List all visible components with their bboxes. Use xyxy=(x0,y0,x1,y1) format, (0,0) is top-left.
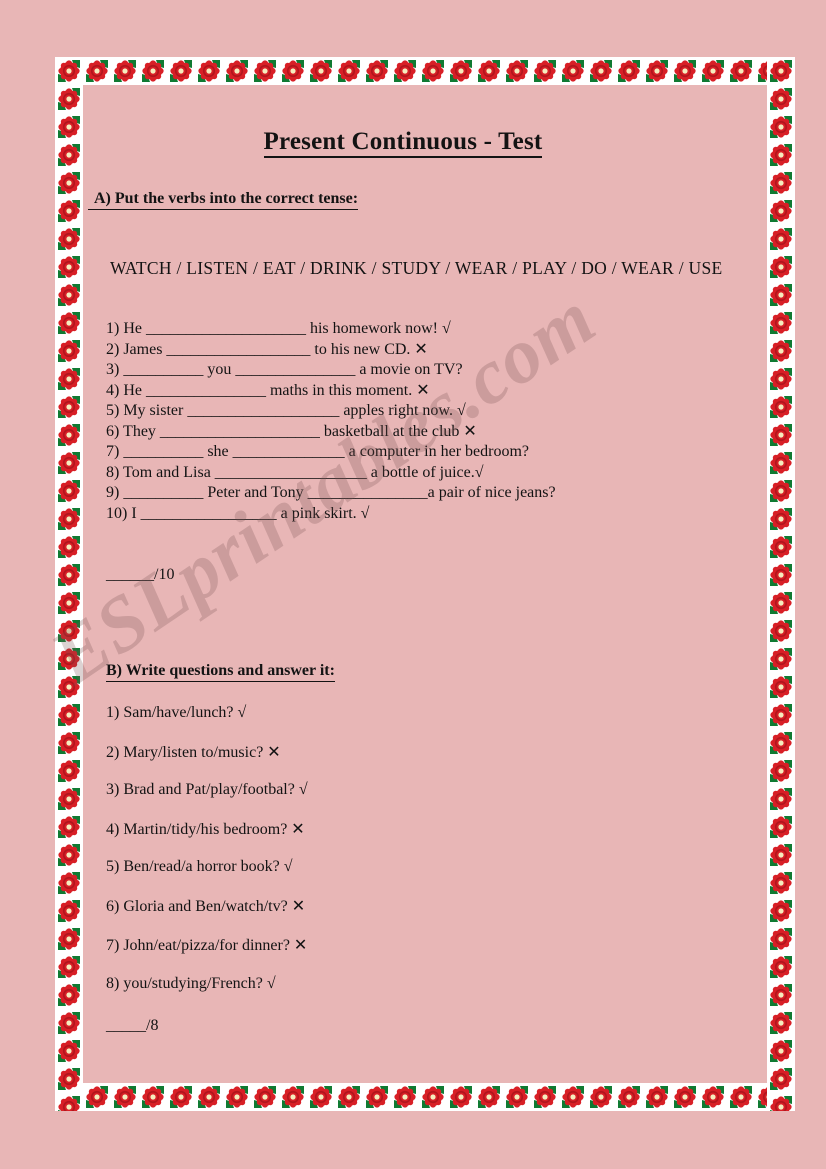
section-b-heading-wrap: B) Write questions and answer it: xyxy=(106,628,764,682)
list-item: 4) He _______________ maths in this mome… xyxy=(106,381,430,399)
section-a-score-line: ______/10 xyxy=(106,566,175,583)
section-b-item-list: 1) Sam/have/lunch? √ 2) Mary/listen to/m… xyxy=(106,704,764,993)
list-item: 3) Brad and Pat/play/footbal? √ xyxy=(106,781,308,798)
list-item: 7) John/eat/pizza/for dinner? ✕ xyxy=(106,937,308,954)
list-item: 7) __________ she ______________ a compu… xyxy=(106,443,530,460)
list-item: 10) I _________________ a pink skirt. √ xyxy=(106,504,370,522)
list-item: 3) __________ you _______________ a movi… xyxy=(106,361,463,378)
section-a-heading: A) Put the verbs into the correct tense: xyxy=(88,190,359,210)
list-item: 1) Sam/have/lunch? √ xyxy=(106,704,247,721)
list-item: 6) Gloria and Ben/watch/tv? ✕ xyxy=(106,897,306,915)
page-title-text: Present Continuous - Test xyxy=(263,128,543,158)
list-item: 6) They ____________________ basketball … xyxy=(106,422,477,440)
floral-border-right xyxy=(767,57,795,1111)
section-b-score-line: _____/8 xyxy=(106,1016,159,1034)
verb-bank: WATCH / LISTEN / EAT / DRINK / STUDY / W… xyxy=(110,258,723,278)
list-item: 8) you/studying/French? √ xyxy=(106,974,276,992)
list-item: 2) James __________________ to his new C… xyxy=(106,340,428,358)
list-item: 5) My sister ___________________ apples … xyxy=(106,402,466,419)
floral-border-left xyxy=(55,57,83,1111)
list-item: 2) Mary/listen to/music? ✕ xyxy=(106,743,281,761)
list-item: 8) Tom and Lisa ___________________ a bo… xyxy=(106,463,484,481)
list-item: 1) He ____________________ his homework … xyxy=(106,320,451,337)
section-b-heading: B) Write questions and answer it: xyxy=(106,662,335,682)
page-title: Present Continuous - Test xyxy=(84,128,764,158)
section-b: B) Write questions and answer it: 1) Sam… xyxy=(84,628,764,1035)
section-a-item-list: 1) He ____________________ his homework … xyxy=(106,319,764,524)
list-item: 9) __________ Peter and Tony ___________… xyxy=(106,484,556,501)
worksheet-content: Present Continuous - Test A) Put the ver… xyxy=(84,88,764,1088)
list-item: 5) Ben/read/a horror book? √ xyxy=(106,858,293,875)
section-a: A) Put the verbs into the correct tense:… xyxy=(84,156,764,584)
list-item: 4) Martin/tidy/his bedroom? ✕ xyxy=(106,820,305,838)
floral-border-top xyxy=(55,57,795,85)
